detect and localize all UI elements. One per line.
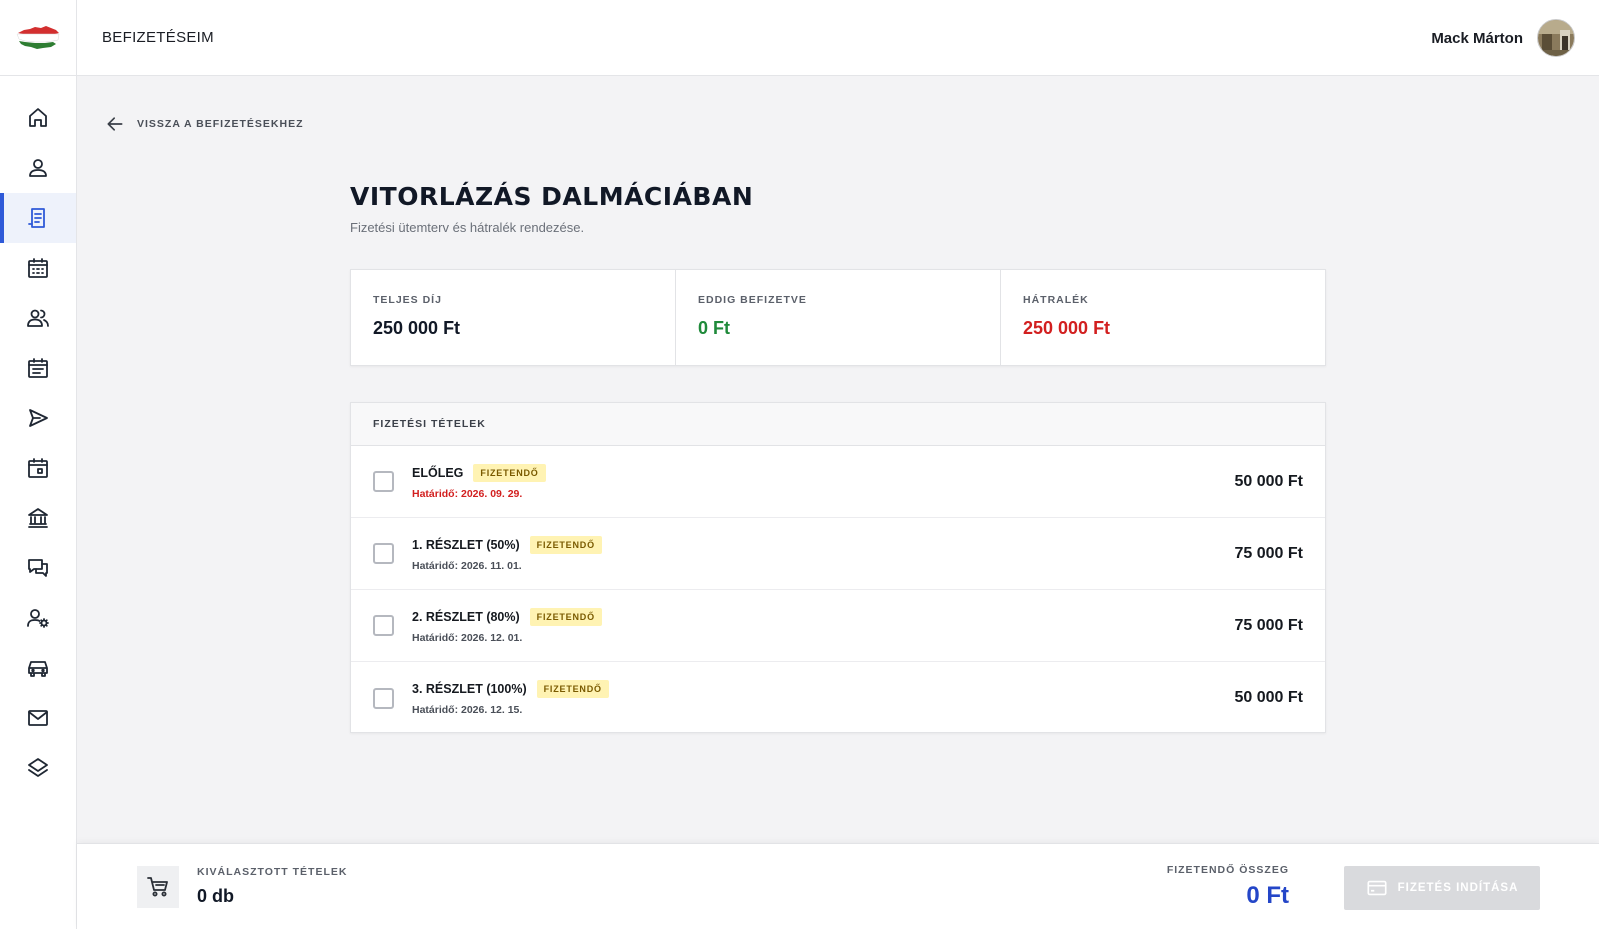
summary-due-value: 250 000 Ft [1023,318,1111,338]
calendar-list-icon [28,358,48,378]
page-subtitle: Fizetési ütemterv és hátralék rendezése. [350,220,585,235]
bank-icon [28,508,48,528]
sidebar-item-layers[interactable] [0,743,76,793]
payment-item-row[interactable]: 2. RÉSZLET (80%) FIZETENDŐ Határidő: 202… [351,590,1325,662]
sidebar-item-schedule[interactable] [0,243,76,293]
calendar-grid-icon [28,258,48,278]
top-bar: BEFIZETÉSEIM Mack Márton [0,0,1599,76]
chat-icon [28,559,48,577]
summary-total: TELJES DÍJ 250 000 Ft [351,270,676,365]
sidebar-item-payments[interactable] [0,193,76,243]
user-settings-icon [27,609,49,628]
payment-item-row[interactable]: ELŐLEG FIZETENDŐ Határidő: 2026. 09. 29.… [351,446,1325,518]
avatar-photo-icon [1538,20,1574,56]
sidebar [0,76,77,929]
start-payment-label: FIZETÉS INDÍTÁSA [1397,882,1519,894]
payment-item-checkbox[interactable] [373,543,394,564]
payment-item-amount: 75 000 Ft [1234,616,1303,634]
avatar[interactable] [1537,19,1575,57]
payment-item-row[interactable]: 1. RÉSZLET (50%) FIZETENDŐ Határidő: 202… [351,518,1325,590]
hungary-map-logo-icon [16,26,60,49]
back-to-payments-link[interactable]: VISSZA A BEFIZETÉSEKHEZ [105,113,304,135]
payment-item-name: 2. RÉSZLET (80%) [412,609,520,624]
payment-item-deadline: Határidő: 2026. 11. 01. [412,559,522,572]
user-name: Mack Márton [1431,29,1523,47]
payment-item-checkbox[interactable] [373,471,394,492]
payment-item-info: 2. RÉSZLET (80%) FIZETENDŐ Határidő: 202… [412,607,602,644]
summary-paid-value: 0 Ft [698,318,731,338]
app: BEFIZETÉSEIM Mack Márton VISSZA A BEFIZE… [0,0,1599,929]
cart-icon [147,877,168,897]
payment-item-amount: 75 000 Ft [1234,544,1303,562]
back-link-label: VISSZA A BEFIZETÉSEKHEZ [137,118,304,130]
payable-total-value: 0 Ft [1246,882,1289,909]
payment-item-info: ELŐLEG FIZETENDŐ Határidő: 2026. 09. 29. [412,463,546,500]
payment-item-name: ELŐLEG [412,465,464,480]
payment-item-info: 1. RÉSZLET (50%) FIZETENDŐ Határidő: 202… [412,535,602,572]
logo[interactable] [0,0,77,76]
sidebar-item-profile[interactable] [0,143,76,193]
sidebar-item-user-settings[interactable] [0,593,76,643]
status-badge: FIZETENDŐ [529,607,602,626]
sidebar-item-calendar[interactable] [0,443,76,493]
status-badge: FIZETENDŐ [529,535,602,554]
sidebar-item-mail[interactable] [0,693,76,743]
car-icon [28,661,48,677]
page-title: VITORLÁZÁS DALMÁCIÁBAN [350,182,754,211]
payment-items-card: FIZETÉSI TÉTELEK ELŐLEG FIZETENDŐ Határi… [350,402,1326,733]
calendar-event-icon [28,458,48,478]
layers-icon [28,758,48,777]
payment-item-deadline: Határidő: 2026. 09. 29. [412,487,523,500]
payment-items-header: FIZETÉSI TÉTELEK [351,403,1325,446]
payment-item-deadline: Határidő: 2026. 12. 01. [412,631,523,644]
sidebar-item-home[interactable] [0,93,76,143]
payment-item-row[interactable]: 3. RÉSZLET (100%) FIZETENDŐ Határidő: 20… [351,662,1325,734]
users-icon [27,309,49,327]
selected-items-count: 0 db [197,886,235,906]
start-payment-button[interactable]: FIZETÉS INDÍTÁSA [1344,866,1540,910]
page-section-title: BEFIZETÉSEIM [102,29,214,46]
mail-icon [28,710,48,726]
arrow-left-icon [107,117,123,131]
credit-card-icon [1367,880,1387,896]
receipt-icon [28,208,45,228]
payment-item-amount: 50 000 Ft [1234,689,1303,706]
sidebar-item-messages-send[interactable] [0,393,76,443]
sidebar-item-vehicles[interactable] [0,643,76,693]
summary-paid: EDDIG BEFIZETVE 0 Ft [676,270,1001,365]
status-badge: FIZETENDŐ [536,680,609,698]
user-icon [29,159,47,177]
payment-item-name: 3. RÉSZLET (100%) [412,682,527,696]
sidebar-item-events[interactable] [0,343,76,393]
payment-item-checkbox[interactable] [373,615,394,636]
payment-summary-card: TELJES DÍJ 250 000 Ft EDDIG BEFIZETVE 0 … [350,269,1326,366]
sidebar-item-chat[interactable] [0,543,76,593]
cart-icon-box [137,866,179,908]
checkout-footer: KIVÁLASZTOTT TÉTELEK 0 db FIZETENDŐ ÖSSZ… [77,843,1599,929]
selected-items-label: KIVÁLASZTOTT TÉTELEK [197,866,348,878]
status-badge: FIZETENDŐ [473,463,546,482]
home-icon [29,108,47,127]
summary-due: HÁTRALÉK 250 000 Ft [1001,270,1325,365]
summary-total-value: 250 000 Ft [373,318,461,338]
send-icon [29,409,48,427]
summary-paid-label: EDDIG BEFIZETVE [698,294,807,306]
payment-item-info: 3. RÉSZLET (100%) FIZETENDŐ Határidő: 20… [412,680,609,716]
user-menu[interactable]: Mack Márton [1431,18,1575,58]
payment-item-name: 1. RÉSZLET (50%) [412,537,520,552]
sidebar-item-members[interactable] [0,293,76,343]
payment-item-deadline: Határidő: 2026. 12. 15. [412,704,523,716]
payable-total-label: FIZETENDŐ ÖSSZEG [1166,864,1289,876]
payment-item-checkbox[interactable] [373,687,394,709]
payment-item-amount: 50 000 Ft [1234,472,1303,490]
summary-total-label: TELJES DÍJ [373,294,442,306]
sidebar-item-finance[interactable] [0,493,76,543]
summary-due-label: HÁTRALÉK [1023,294,1089,306]
